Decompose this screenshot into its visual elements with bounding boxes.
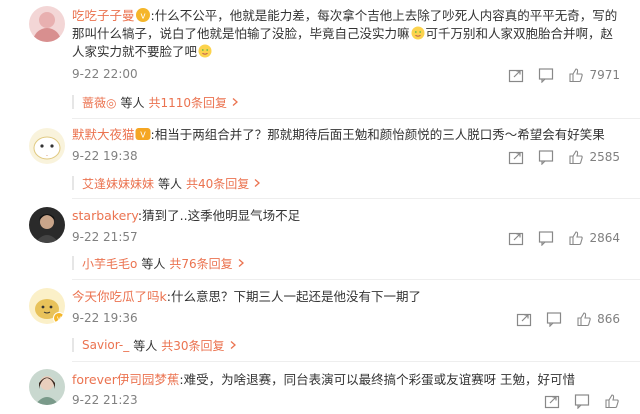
like-icon[interactable] [568,67,584,83]
reply-others: 等人 [120,95,145,110]
comment-date: 9-22 19:38 [72,149,138,163]
share-icon[interactable] [544,393,560,409]
username-link[interactable]: 吃吃子子曼 [72,8,135,23]
reply-bar [72,338,74,352]
like-count: 2864 [589,231,620,245]
divider [72,361,640,362]
reply-count-link[interactable]: 共40条回复 [186,175,249,192]
share-icon[interactable] [516,311,532,327]
comment-text: starbakery:猜到了..这季他明显气场不足 [72,208,301,223]
reply-bar [72,95,74,109]
reply-count-link[interactable]: 共76条回复 [169,255,232,272]
avatar[interactable] [29,6,65,42]
comment-text: 吃吃子子曼 v:什么不公平，他就是能力差，每次拿个吉他上去除了吵死人内容真的平平无… [72,8,618,59]
comment-actions: 7971 [494,66,620,84]
reply-username[interactable]: 小芋毛毛o [82,255,137,272]
chevron-right-icon [230,341,236,349]
like-icon[interactable] [604,393,620,409]
divider [72,198,640,199]
reply-summary[interactable]: 蔷薇◎ 等人 共1110条回复 [72,92,240,112]
username-link[interactable]: forever伊司园梦蕉 [72,372,179,387]
vip-badge-icon: v [135,8,150,22]
like-icon[interactable] [568,230,584,246]
chevron-right-icon [254,179,261,187]
shy-emoji-icon [411,26,425,40]
comment-text: forever伊司园梦蕉:难受，为啥退赛，同台表演可以最终搞个彩蛋或友谊赛呀 王… [72,372,576,387]
share-icon[interactable] [508,230,524,246]
comment-icon[interactable] [574,393,590,409]
share-icon[interactable] [508,149,524,165]
comment-actions: 2585 [494,148,620,166]
avatar[interactable]: v [29,288,65,324]
reply-summary[interactable]: 小芋毛毛o 等人 共76条回复 [72,253,246,273]
comment-actions: 2864 [494,229,620,247]
comment-icon[interactable] [538,67,554,83]
comment-text: 默默大夜猫 V:相当于两组合并了？那就期待后面王勉和颜怡颜悦的三人脱口秀～希望会有… [72,127,605,142]
comment-icon[interactable] [538,230,554,246]
reply-bar [72,256,74,270]
svg-text:v: v [140,12,146,22]
like-count: 866 [597,312,620,326]
like-count: 2585 [589,150,620,164]
comment-date: 9-22 21:23 [72,393,138,407]
avatar[interactable] [29,207,65,243]
avatar[interactable] [29,369,65,405]
chevron-right-icon [232,98,239,106]
comment-actions: 866 [502,310,620,328]
reply-summary[interactable]: Savior-_ 等人 共30条回复 [72,335,238,355]
comment-icon[interactable] [538,149,554,165]
comment-icon[interactable] [546,311,562,327]
reply-username[interactable]: Savior-_ [82,338,129,352]
chevron-right-icon [238,259,244,267]
comment-body: 难受，为啥退赛，同台表演可以最终搞个彩蛋或友谊赛呀 王勉，好可惜 [183,372,576,387]
reply-others: 等人 [133,338,158,353]
divider [72,118,640,119]
like-icon[interactable] [568,149,584,165]
reply-username[interactable]: 艾逢妹妹妹妹 [82,175,154,192]
reply-others: 等人 [158,176,183,191]
reply-username[interactable]: 蔷薇◎ [82,94,116,111]
vip-badge-icon: V [135,128,151,140]
divider [72,279,640,280]
comment-body: 什么意思？下期三人一起还是他没有下一期了 [170,289,421,304]
reply-summary[interactable]: 艾逢妹妹妹妹 等人 共40条回复 [72,173,262,193]
comment-text: 今天你吃瓜了吗k:什么意思？下期三人一起还是他没有下一期了 [72,289,421,304]
username-link[interactable]: 默默大夜猫 [72,127,135,142]
svg-text:V: V [140,131,146,140]
avatar[interactable]: · [29,128,65,164]
svg-text:·: · [46,152,48,160]
share-icon[interactable] [508,67,524,83]
verified-badge-icon: v [53,312,65,324]
username-link[interactable]: 今天你吃瓜了吗k [72,289,167,304]
comment-date: 9-22 19:36 [72,311,138,325]
like-count: 7971 [589,68,620,82]
username-link[interactable]: starbakery [72,208,138,223]
like-icon[interactable] [576,311,592,327]
reply-others: 等人 [141,256,166,271]
shy-emoji-icon [198,44,212,58]
reply-count-link[interactable]: 共30条回复 [161,337,224,354]
comment-body: 猜到了..这季他明显气场不足 [142,208,301,223]
comment-body: 相当于两组合并了？那就期待后面王勉和颜怡颜悦的三人脱口秀～希望会有好笑果 [154,127,605,142]
reply-bar [72,176,74,190]
comment-date: 9-22 22:00 [72,67,138,81]
svg-text:v: v [57,315,61,323]
comment-actions [530,392,620,410]
reply-count-link[interactable]: 共1110条回复 [149,94,228,111]
comment-date: 9-22 21:57 [72,230,138,244]
